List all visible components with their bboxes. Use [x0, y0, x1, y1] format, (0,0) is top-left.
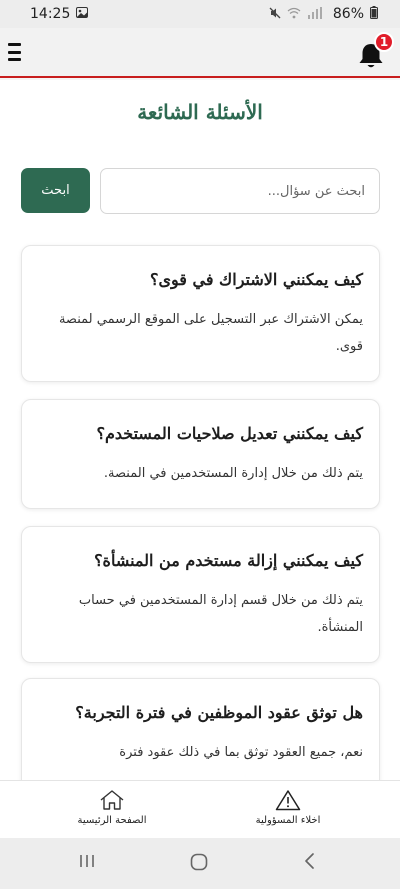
faq-answer: نعم، جميع العقود توثق بما في ذلك عقود فت…	[119, 745, 363, 760]
faq-card[interactable]: كيف يمكنني تعديل صلاحيات المستخدم؟ يتم ذ…	[21, 399, 380, 509]
menu-line	[8, 50, 21, 54]
faq-question: هل توثق عقود الموظفين في فترة التجربة؟	[75, 703, 363, 722]
notification-badge: 1	[374, 32, 394, 52]
nav-home[interactable]: الصفحة الرئيسية	[52, 789, 172, 826]
faq-answer: يمكن الاشتراك عبر التسجيل على الموقع الر…	[58, 312, 363, 354]
menu-line	[8, 58, 21, 61]
battery-icon	[370, 6, 378, 22]
search-bar: ابحث	[21, 168, 380, 214]
notifications-button[interactable]: 1	[356, 32, 394, 70]
faq-answer: يتم ذلك من خلال إدارة المستخدمين في المن…	[103, 466, 363, 481]
search-button[interactable]: ابحث	[21, 168, 90, 213]
faq-answer: يتم ذلك من خلال قسم إدارة المستخدمين في …	[78, 593, 363, 635]
system-nav-bar	[0, 838, 400, 889]
faq-card[interactable]: كيف يمكنني الاشتراك في قوى؟ يمكن الاشترا…	[21, 245, 380, 382]
faq-question: كيف يمكنني الاشتراك في قوى؟	[150, 270, 363, 289]
gallery-icon	[76, 7, 89, 21]
home-icon	[100, 790, 124, 810]
status-bar: 14:25 86%	[0, 0, 400, 28]
menu-line	[8, 43, 21, 46]
warning-icon	[275, 790, 301, 811]
faq-page: الأسئلة الشائعة ابحث كيف يمكنني الاشتراك…	[0, 80, 400, 780]
mute-icon	[269, 7, 281, 22]
signal-icon	[307, 6, 327, 22]
wifi-icon	[287, 7, 301, 22]
status-left: 14:25	[30, 6, 89, 22]
faq-question: كيف يمكنني إزالة مستخدم من المنشأة؟	[94, 551, 363, 570]
app-bar: 1	[0, 28, 400, 78]
menu-icon[interactable]	[8, 41, 22, 63]
search-input[interactable]	[100, 168, 380, 214]
status-time: 14:25	[30, 6, 71, 22]
faq-card[interactable]: هل توثق عقود الموظفين في فترة التجربة؟ ن…	[21, 678, 380, 780]
bottom-nav: الصفحة الرئيسية اخلاء المسؤولية	[0, 780, 400, 838]
page-title: الأسئلة الشائعة	[137, 100, 263, 124]
nav-disclaimer-label: اخلاء المسؤولية	[255, 815, 321, 826]
home-circle-icon[interactable]	[189, 852, 209, 876]
nav-home-label: الصفحة الرئيسية	[77, 815, 147, 826]
back-icon[interactable]	[302, 852, 318, 874]
recent-apps-icon[interactable]	[78, 852, 96, 874]
nav-disclaimer[interactable]: اخلاء المسؤولية	[228, 789, 348, 826]
battery-level: 86%	[332, 6, 364, 22]
faq-question: كيف يمكنني تعديل صلاحيات المستخدم؟	[96, 424, 363, 443]
faq-card[interactable]: كيف يمكنني إزالة مستخدم من المنشأة؟ يتم …	[21, 526, 380, 663]
status-right: 86%	[269, 6, 378, 22]
